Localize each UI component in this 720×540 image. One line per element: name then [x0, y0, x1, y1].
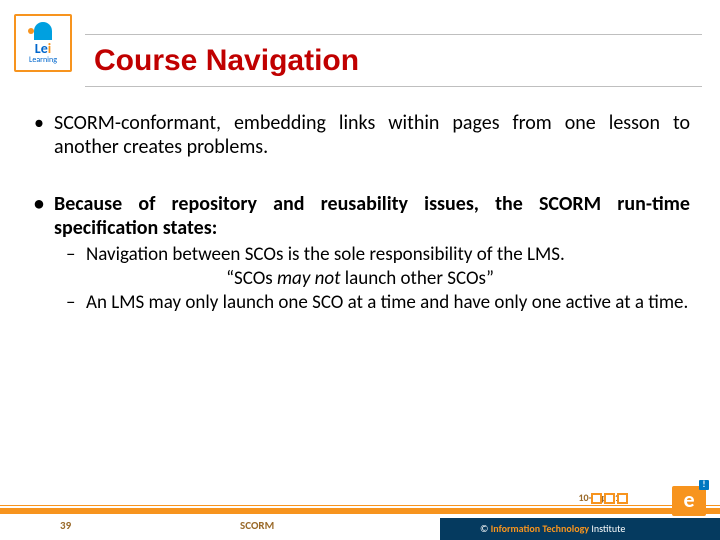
quote-close: launch other SCOs” — [341, 267, 494, 290]
copy-inst: Institute — [589, 522, 625, 535]
quote-open: “SCOs — [226, 267, 277, 290]
slide: Lei Learning Course Navigation SCORM-con… — [0, 0, 720, 540]
footer-title: SCORM — [240, 519, 274, 532]
footer-bar — [0, 508, 720, 514]
footer-logo: e — [636, 486, 706, 534]
copy-it: Information Technology — [491, 522, 589, 535]
bullet-2-sub-2: An LMS may only launch one SCO at a time… — [30, 292, 690, 314]
footer-copyright: © Information Technology Institute — [480, 522, 625, 535]
slide-body: SCORM-conformant, embedding links within… — [30, 112, 690, 316]
footer-squares — [591, 493, 628, 504]
title-rule-top — [85, 34, 702, 35]
bullet-2-quote: “SCOs may not launch other SCOs” — [30, 268, 690, 290]
copy-symbol: © — [480, 522, 491, 535]
slide-title: Course Navigation — [94, 44, 359, 78]
brand-logo: Lei Learning — [14, 14, 72, 72]
runner-icon — [34, 22, 52, 40]
e-icon: e — [672, 486, 706, 516]
brand-logo-inner: Lei Learning — [29, 22, 57, 64]
bullet-2-head: Because of repository and reusability is… — [30, 193, 690, 240]
bullet-1: SCORM-conformant, embedding links within… — [30, 112, 690, 159]
page-number: 39 — [60, 519, 71, 532]
bullet-2-sub-1: Navigation between SCOs is the sole resp… — [30, 244, 690, 266]
brand-sub: Learning — [29, 56, 57, 64]
title-rule-bottom — [85, 86, 702, 87]
quote-em: may not — [277, 267, 340, 290]
